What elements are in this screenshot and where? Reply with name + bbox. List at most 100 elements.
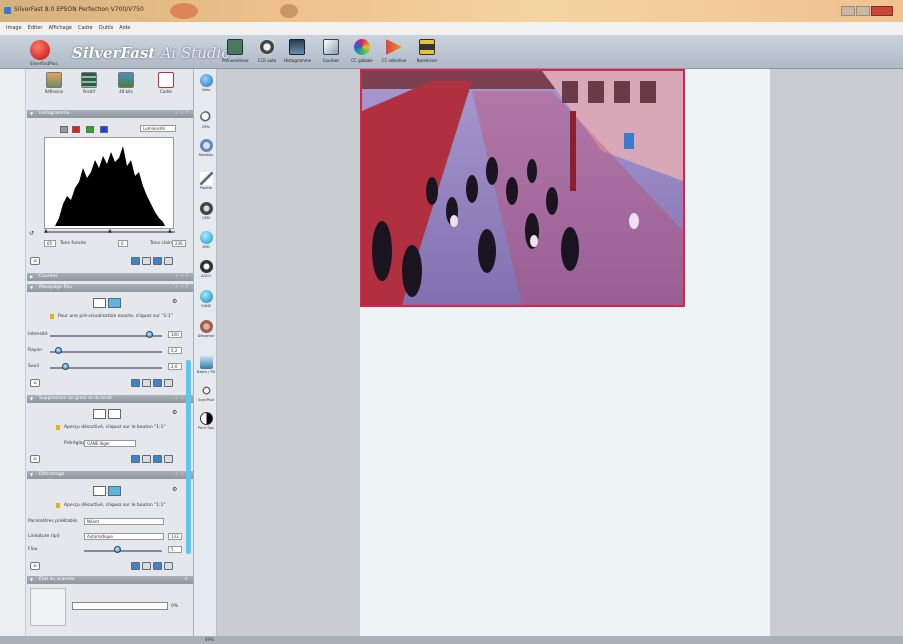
section-controls[interactable]: ↻ (185, 576, 189, 581)
aaco-tool-button[interactable]: AACO (196, 260, 216, 278)
channel-gray-swatch[interactable] (60, 126, 68, 133)
menu-help[interactable]: Aide (119, 25, 130, 32)
info-tool-button[interactable]: Infos (196, 74, 216, 92)
preview-off-button[interactable] (93, 409, 106, 419)
intensity-value-field[interactable]: 100 (168, 331, 182, 338)
copy-preset-button[interactable] (142, 379, 151, 387)
gane-tool-button[interactable]: GANE (196, 290, 216, 308)
screen-ruling-value-field[interactable]: 133 (168, 533, 182, 540)
magnifier-tool-button[interactable]: DPIs (196, 111, 216, 129)
global-color-button[interactable]: CC globale (349, 39, 375, 63)
usm-preset-button[interactable]: ⌂ (30, 379, 40, 387)
save-preset-button[interactable] (131, 455, 140, 463)
close-button[interactable] (871, 6, 893, 16)
copy-preset-button[interactable] (142, 455, 151, 463)
prescan-button[interactable]: Prénumériser (222, 39, 249, 63)
printtips-tool-label: Print Tips (197, 426, 215, 430)
intensity-slider-knob[interactable] (146, 331, 153, 338)
preview-1to1-button[interactable] (108, 298, 121, 308)
menu-image[interactable]: Image (6, 25, 22, 32)
section-controls[interactable]: ✓ i ? (175, 273, 189, 278)
menu-edit[interactable]: Editer (28, 25, 43, 32)
descreen-section-header[interactable]: ▼ Détramage ✓ i ? (27, 471, 193, 479)
histogram-preset-button[interactable]: ⌂ (30, 257, 40, 265)
channel-green-swatch[interactable] (86, 126, 94, 133)
threshold-slider-knob[interactable] (62, 363, 69, 370)
preview-1to1-button[interactable] (108, 486, 121, 496)
rotation-tool-button[interactable]: Rotation (196, 139, 216, 157)
save-preset-button[interactable] (131, 562, 140, 570)
blur-value-field[interactable]: 5 (168, 546, 182, 553)
more-button[interactable] (164, 257, 173, 265)
midtone-value-field[interactable]: 0 (118, 240, 128, 247)
usm-tool-button[interactable]: USM (196, 202, 216, 220)
preview-1to1-button[interactable] (108, 409, 121, 419)
radius-slider-knob[interactable] (55, 347, 62, 354)
channel-blue-swatch[interactable] (100, 126, 108, 133)
descreen-params-dropdown[interactable]: Néant (84, 518, 164, 525)
curves-button[interactable]: Courbes (318, 39, 344, 63)
shadow-marker-icon[interactable]: ▲ (44, 228, 48, 234)
menu-frame[interactable]: Cadre (78, 25, 93, 32)
settings-gear-icon[interactable]: ⚙ (172, 409, 177, 416)
scanpilot-tool-button[interactable]: ScanPilot (196, 384, 216, 402)
more-button[interactable] (164, 562, 173, 570)
silverfast-logo-icon[interactable] (30, 40, 50, 60)
settings-gear-icon[interactable]: ⚙ (172, 486, 177, 493)
scanner-state-section-header[interactable]: ▼ État du scanner ↻ (27, 576, 193, 584)
auto-button[interactable] (153, 257, 162, 265)
srd-tool-button[interactable]: SRD (196, 231, 216, 249)
menu-tools[interactable]: Outils (99, 25, 113, 32)
preview-off-button[interactable] (93, 486, 106, 496)
section-controls[interactable]: ✓ i ? (175, 284, 189, 289)
histogram-section-header[interactable]: ▼ Histogramme ✓ i ? (27, 110, 193, 118)
usm-section-header[interactable]: ▼ Masquage flou ✓ i ? (27, 284, 193, 292)
midtone-marker-icon[interactable]: ▲ (108, 228, 112, 234)
curves-section-header[interactable]: ▶ Courbes ✓ i ? (27, 273, 193, 281)
shadow-value-field[interactable]: 65 (44, 240, 56, 247)
save-preset-button[interactable] (131, 257, 140, 265)
panel-scrollbar[interactable] (186, 360, 191, 554)
batch-tool-button[interactable]: Batch / FB (196, 356, 216, 374)
save-preset-button[interactable] (131, 379, 140, 387)
channel-red-swatch[interactable] (72, 126, 80, 133)
histogram-channel-dropdown[interactable]: Luminosité (140, 125, 176, 132)
reset-icon[interactable]: ↺ (29, 230, 34, 237)
copy-preset-button[interactable] (142, 257, 151, 265)
auto-adjust-button[interactable]: CCR auto (254, 39, 280, 63)
copy-preset-button[interactable] (142, 562, 151, 570)
gane-section-header[interactable]: ▼ Suppression du grain et du bruit ✓ i ? (27, 395, 193, 403)
scan-button[interactable]: Numériser (414, 39, 440, 63)
menu-view[interactable]: Affichage (49, 25, 73, 32)
frame-mode-button[interactable]: Cadre (152, 72, 180, 94)
eyedropper-tool-button[interactable]: Pipette (196, 172, 216, 190)
highlight-marker-icon[interactable]: ▲ (168, 228, 172, 234)
printtips-tool-button[interactable]: Print Tips (196, 412, 216, 430)
gane-preset-button[interactable]: ⌂ (30, 455, 40, 463)
auto-button[interactable] (153, 455, 162, 463)
scan-preview-image[interactable] (360, 69, 685, 307)
selective-color-button[interactable]: CC sélective (381, 39, 407, 63)
descreen-tool-button[interactable]: Détramer (196, 320, 216, 338)
preview-off-button[interactable] (93, 298, 106, 308)
more-button[interactable] (164, 379, 173, 387)
radius-value-field[interactable]: 0,2 (168, 347, 182, 354)
settings-gear-icon[interactable]: ⚙ (172, 298, 177, 305)
reflective-mode-button[interactable]: Réflexion (40, 72, 68, 94)
gane-preset-dropdown[interactable]: GANE léger (84, 440, 136, 447)
section-controls[interactable]: ✓ i ? (175, 110, 189, 115)
positive-mode-button[interactable]: Positif (75, 72, 103, 94)
blur-slider-knob[interactable] (114, 546, 121, 553)
auto-button[interactable] (153, 562, 162, 570)
maximize-button[interactable] (856, 6, 870, 16)
bitdepth-mode-button[interactable]: 48 bits (112, 72, 140, 94)
minimize-button[interactable] (841, 6, 855, 16)
descreen-preset-button[interactable]: ⌂ (30, 562, 40, 570)
screen-ruling-dropdown[interactable]: Automatique (84, 533, 164, 540)
more-button[interactable] (164, 455, 173, 463)
auto-button[interactable] (153, 379, 162, 387)
histogram-button[interactable]: Histogramme (284, 39, 311, 63)
threshold-value-field[interactable]: 2,0 (168, 363, 182, 370)
highlight-value-field[interactable]: 236 (172, 240, 186, 247)
usm-hint: Pour une pré-visualisation exacte, cliqu… (58, 314, 173, 319)
